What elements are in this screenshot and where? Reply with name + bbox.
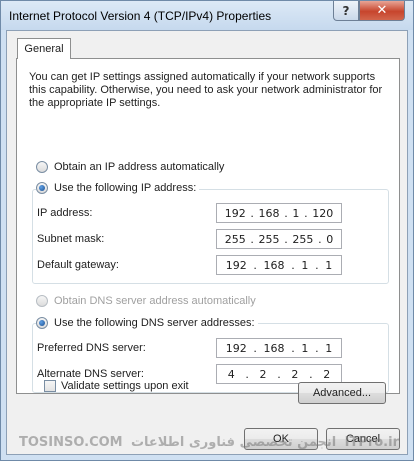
ip-octet: 168 (263, 258, 285, 272)
intro-text: You can get IP settings assigned automat… (29, 71, 383, 109)
validate-settings-label: Validate settings upon exit (61, 380, 189, 392)
ip-octet: 0 (326, 232, 334, 246)
dialog-client-area: General You can get IP settings assigned… (6, 30, 408, 455)
radio-checked-icon (36, 317, 48, 329)
alternate-dns-input[interactable]: 4. 2. 2. 2 (216, 364, 342, 384)
obtain-dns-auto-label: Obtain DNS server address automatically (54, 295, 256, 307)
close-icon: ✕ (376, 3, 388, 18)
ip-octet: 192 (225, 258, 247, 272)
ip-octet: 168 (263, 341, 285, 355)
obtain-dns-auto-radio[interactable]: Obtain DNS server address automatically (36, 295, 259, 307)
radio-icon (36, 161, 48, 173)
radio-checked-icon (36, 182, 48, 194)
general-tab-panel: You can get IP settings assigned automat… (16, 58, 400, 394)
help-icon: ? (342, 3, 350, 18)
cancel-button[interactable]: Cancel (326, 428, 400, 450)
ip-octet: 1 (325, 258, 333, 272)
preferred-dns-label: Preferred DNS server: (37, 342, 146, 354)
subnet-mask-label: Subnet mask: (37, 233, 105, 245)
ip-address-input[interactable]: 192. 168. 1. 120 (216, 203, 342, 223)
ok-button[interactable]: OK (244, 428, 318, 450)
ip-octet: 120 (312, 206, 334, 220)
ip-octet: 255 (258, 232, 280, 246)
radio-disabled-icon (36, 295, 48, 307)
advanced-button[interactable]: Advanced... (298, 382, 386, 404)
dialog-window: Internet Protocol Version 4 (TCP/IPv4) P… (0, 0, 414, 461)
ip-octet: 192 (225, 341, 247, 355)
use-following-dns-radio[interactable]: Use the following DNS server addresses: (36, 317, 258, 329)
preferred-dns-input[interactable]: 192. 168. 1. 1 (216, 338, 342, 358)
obtain-ip-auto-label: Obtain an IP address automatically (54, 161, 225, 173)
ip-octet: 2 (323, 367, 331, 381)
ip-octet: 1 (325, 341, 333, 355)
ip-octet: 1 (301, 341, 309, 355)
obtain-ip-auto-radio[interactable]: Obtain an IP address automatically (36, 161, 228, 173)
title-bar[interactable]: Internet Protocol Version 4 (TCP/IPv4) P… (1, 1, 413, 30)
default-gateway-input[interactable]: 192. 168. 1. 1 (216, 255, 342, 275)
ip-address-label: IP address: (37, 207, 93, 219)
close-button[interactable]: ✕ (359, 1, 405, 21)
use-following-ip-radio[interactable]: Use the following IP address: (36, 182, 200, 194)
use-following-ip-label: Use the following IP address: (54, 182, 197, 194)
ip-octet: 168 (258, 206, 280, 220)
subnet-mask-input[interactable]: 255. 255. 255. 0 (216, 229, 342, 249)
ip-octet: 4 (227, 367, 235, 381)
alternate-dns-label: Alternate DNS server: (37, 368, 144, 380)
ip-octet: 1 (292, 206, 300, 220)
tab-general[interactable]: General (17, 38, 71, 59)
ip-octet: 1 (301, 258, 309, 272)
ip-octet: 255 (292, 232, 314, 246)
default-gateway-label: Default gateway: (37, 259, 119, 271)
ip-octet: 255 (224, 232, 246, 246)
use-following-dns-label: Use the following DNS server addresses: (54, 317, 255, 329)
ip-octet: 2 (259, 367, 267, 381)
validate-settings-checkbox[interactable] (44, 380, 56, 392)
window-title: Internet Protocol Version 4 (TCP/IPv4) P… (9, 9, 272, 23)
help-button[interactable]: ? (333, 1, 359, 21)
ip-octet: 192 (224, 206, 246, 220)
ip-octet: 2 (291, 367, 299, 381)
